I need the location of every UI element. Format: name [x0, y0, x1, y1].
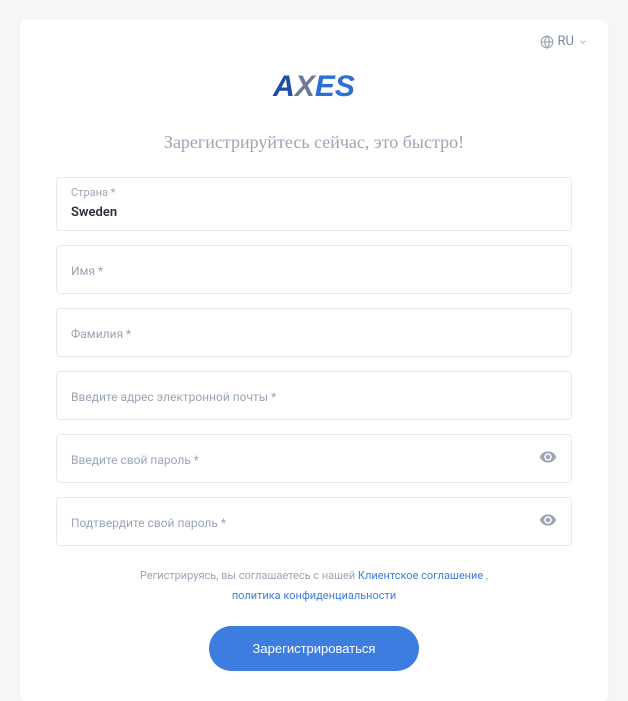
firstname-field[interactable]: Имя * — [56, 245, 572, 294]
firstname-placeholder: Имя * — [71, 264, 103, 278]
submit-container: Зарегистрироваться — [56, 626, 572, 671]
password-confirm-visibility-toggle[interactable] — [539, 511, 557, 533]
register-button[interactable]: Зарегистрироваться — [209, 626, 420, 671]
registration-card: RU AXES Зарегистрируйтесь сейчас, это бы… — [20, 20, 608, 701]
logo-container: AXES — [56, 70, 572, 104]
language-label: RU — [558, 34, 574, 49]
lastname-field[interactable]: Фамилия * — [56, 308, 572, 357]
email-placeholder: Введите адрес электронной почты * — [71, 390, 276, 404]
eye-icon — [539, 511, 557, 529]
chevron-down-icon — [578, 37, 588, 47]
password-visibility-toggle[interactable] — [539, 448, 557, 470]
client-agreement-link[interactable]: Клиентское соглашение — [358, 569, 483, 582]
country-value: Sweden — [71, 205, 117, 220]
email-field[interactable]: Введите адрес электронной почты * — [56, 371, 572, 420]
country-label: Страна * — [71, 186, 557, 199]
eye-icon — [539, 448, 557, 466]
logo: AXES — [273, 70, 355, 104]
password-field[interactable]: Введите свой пароль * — [56, 434, 572, 483]
lastname-placeholder: Фамилия * — [71, 327, 131, 341]
password-confirm-field[interactable]: Подтвердите свой пароль * — [56, 497, 572, 546]
password-placeholder: Введите свой пароль * — [71, 453, 199, 467]
page-title: Зарегистрируйтесь сейчас, это быстро! — [56, 132, 572, 153]
password-confirm-placeholder: Подтвердите свой пароль * — [71, 516, 226, 530]
globe-icon — [540, 35, 554, 49]
language-selector[interactable]: RU — [540, 34, 588, 49]
country-field[interactable]: Страна * Sweden — [56, 177, 572, 231]
